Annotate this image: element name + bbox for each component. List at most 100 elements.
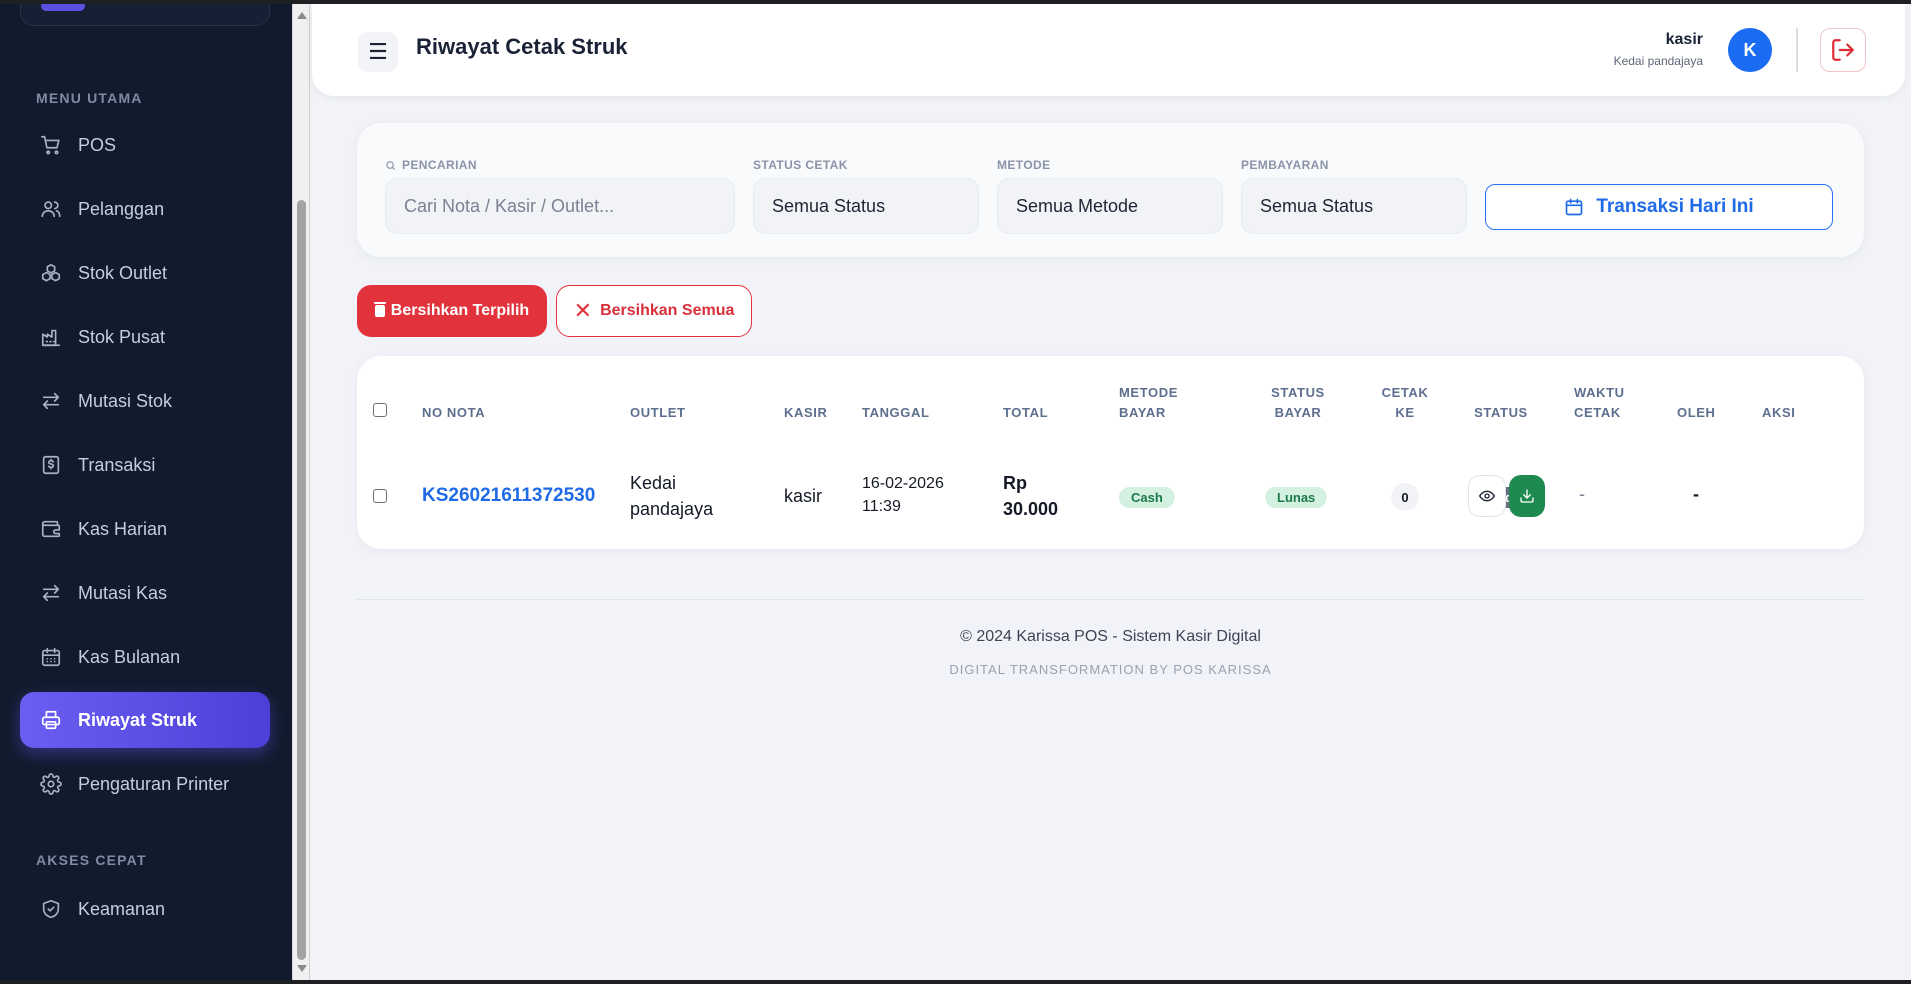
sidebar-item-mutasi-kas[interactable]: Mutasi Kas [20,565,270,621]
wallet-icon [41,520,61,538]
sidebar-item-stok-outlet[interactable]: Stok Outlet [20,245,270,301]
download-icon [1520,489,1534,503]
th-no-nota: NO NOTA [422,405,486,420]
pembayaran-label: PEMBAYARAN [1241,158,1329,172]
sidebar-item-label: Pelanggan [78,198,165,219]
swap-icon [42,392,60,410]
sidebar-item-label: Mutasi Stok [78,390,173,411]
user-outlet: Kedai pandajaya [1613,54,1703,68]
cetak-ke-count: 0 [1391,483,1419,511]
sidebar-item-label: POS [78,134,117,155]
cell-waktu-cetak: - [1579,484,1585,504]
cell-tanggal: 16-02-2026 11:39 [862,475,944,515]
filter-panel: PENCARIAN Cari Nota / Kasir / Outlet... … [357,123,1864,257]
eye-icon [1479,490,1495,502]
receipt-icon [42,455,60,475]
th-aksi: AKSI [1762,405,1796,420]
scroll-thumb[interactable] [297,200,306,960]
select-all-checkbox[interactable] [373,403,387,417]
clear-selected-button[interactable]: Bersihkan Terpilih [357,285,547,337]
sidebar-item-label: Kas Harian [78,518,168,539]
calendar-icon [41,647,61,667]
app-window: MENU UTAMA POS Pelanggan Stok Outlet Sto… [0,4,1911,980]
sidebar-item-keamanan[interactable]: Keamanan [20,881,270,937]
shield-icon [42,899,60,919]
sidebar-item-label: Pengaturan Printer [78,773,230,794]
sidebar-brand-card [20,4,270,26]
users-icon [41,201,61,218]
clear-all-button[interactable]: ✕ Bersihkan Semua [556,285,752,337]
sidebar-item-kas-bulanan[interactable]: Kas Bulanan [20,629,270,685]
scroll-up-arrow[interactable] [297,12,307,19]
sidebar-section-quick: AKSES CEPAT [36,852,147,868]
gear-icon [40,773,62,795]
sidebar-item-transaksi[interactable]: Transaksi [20,437,270,493]
top-header: ☰ Riwayat Cetak Struk kasir Kedai pandaj… [312,4,1905,96]
footer-copyright: © 2024 Karissa POS - Sistem Kasir Digita… [960,628,1261,645]
cell-total: Rp 30.000 [1003,473,1059,519]
footer-divider [357,599,1864,600]
sidebar-scrollbar[interactable] [292,4,310,980]
sidebar-item-label: Mutasi Kas [78,582,168,603]
th-kasir: KASIR [784,405,828,420]
th-cetak-ke: CETAK KE [1381,385,1429,420]
sidebar: MENU UTAMA POS Pelanggan Stok Outlet Sto… [0,4,292,980]
sidebar-item-label: Stok Outlet [78,262,168,283]
boxes-icon [41,263,61,282]
th-status: STATUS [1474,405,1528,420]
th-status-bayar: STATUS BAYAR [1271,385,1325,420]
cell-kasir: kasir [784,486,823,506]
logout-icon [1832,39,1854,61]
metode-label: METODE [997,158,1051,172]
view-button[interactable] [1468,475,1506,517]
main-content: ☰ Riwayat Cetak Struk kasir Kedai pandaj… [310,4,1911,980]
th-metode-bayar: METODE BAYAR [1119,385,1178,420]
metode-badge: Cash [1119,487,1175,508]
page-title: Riwayat Cetak Struk [416,34,628,59]
close-icon: ✕ [573,298,593,323]
search-icon [386,160,396,170]
header-divider [1796,28,1798,72]
th-total: TOTAL [1003,405,1049,420]
trash-icon [373,302,386,317]
download-button[interactable] [1509,475,1545,517]
user-name: kasir [1665,31,1703,48]
menu-toggle-button[interactable]: ☰ [358,32,398,72]
sidebar-item-kas-harian[interactable]: Kas Harian [20,501,270,557]
sidebar-item-pengaturan-printer[interactable]: Pengaturan Printer [20,756,270,812]
cart-icon [41,135,60,155]
sidebar-item-pos[interactable]: POS [20,117,270,173]
sidebar-item-label: Stok Pusat [78,326,166,347]
th-waktu-cetak: WAKTU CETAK [1574,385,1625,420]
footer-tagline: DIGITAL TRANSFORMATION BY POS KARISSA [949,662,1272,677]
sidebar-item-mutasi-stok[interactable]: Mutasi Stok [20,373,270,429]
printer-icon [41,710,61,730]
search-input[interactable]: Cari Nota / Kasir / Outlet... [385,178,735,234]
sidebar-item-label: Transaksi [78,454,156,475]
status-cetak-select[interactable]: Semua Status [753,178,979,234]
metode-select[interactable]: Semua Metode [997,178,1223,234]
sidebar-item-pelanggan[interactable]: Pelanggan [20,181,270,237]
row-checkbox[interactable] [373,489,387,503]
receipt-table: NO NOTA OUTLET KASIR TANGGAL TOTAL METOD… [357,356,1864,549]
sidebar-section-main: MENU UTAMA [36,90,143,106]
th-tanggal: TANGGAL [862,405,930,420]
status-bayar-badge: Lunas [1265,487,1328,508]
sidebar-item-label: Keamanan [78,898,166,919]
calendar-icon [1565,198,1583,216]
th-oleh: OLEH [1677,405,1716,420]
nota-link[interactable]: KS26021611372530 [422,483,595,509]
today-transactions-button[interactable]: Transaksi Hari Ini [1485,184,1833,230]
search-label: PENCARIAN [385,158,477,172]
scroll-down-arrow[interactable] [297,965,307,972]
brand-pill [41,4,85,11]
pembayaran-select[interactable]: Semua Status [1241,178,1467,234]
sidebar-item-label: Riwayat Struk [78,709,198,730]
avatar[interactable]: K [1728,28,1772,72]
sidebar-item-riwayat-struk[interactable]: Riwayat Struk [20,692,270,748]
swap-icon [42,584,60,602]
logout-button[interactable] [1820,28,1866,72]
sidebar-item-stok-pusat[interactable]: Stok Pusat [20,309,270,365]
status-cetak-label: STATUS CETAK [753,158,848,172]
factory-icon [41,329,61,347]
